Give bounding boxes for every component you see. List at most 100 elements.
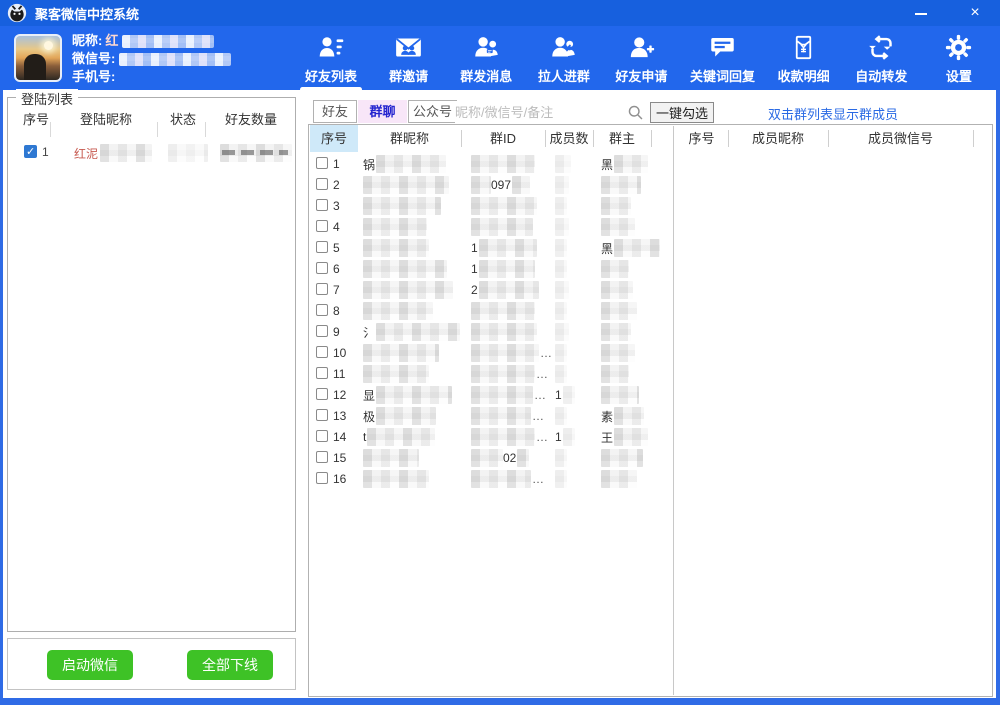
row-checkbox[interactable] <box>316 325 328 337</box>
row-checkbox[interactable] <box>316 304 328 316</box>
close-button[interactable]: × <box>958 0 992 26</box>
red-envelope-icon <box>790 34 817 64</box>
row-index: 7 <box>333 283 340 297</box>
redacted-text <box>555 239 567 257</box>
group-id-cell <box>471 218 549 236</box>
row-checkbox[interactable] <box>316 472 328 484</box>
row-checkbox[interactable] <box>316 283 328 295</box>
group-row[interactable]: 4 <box>309 217 992 238</box>
row-index: 3 <box>333 199 340 213</box>
redacted-text <box>100 144 152 162</box>
group-owner-fragment: 王 <box>601 431 613 445</box>
cycle-arrows-icon <box>868 34 895 64</box>
app-logo-icon <box>7 3 27 23</box>
redacted-text <box>119 53 231 66</box>
tab-groups[interactable]: 群聊 <box>358 100 407 123</box>
member-count-cell: 1 <box>555 428 599 446</box>
group-row[interactable]: 12显…1 <box>309 385 992 406</box>
group-row[interactable]: 2097 <box>309 175 992 196</box>
tab-official[interactable]: 公众号 <box>408 100 457 123</box>
group-row[interactable]: 1锅黑 <box>309 154 992 175</box>
toolbar-item-keyword-reply[interactable]: 关键词回复 <box>690 34 755 86</box>
redacted-text <box>601 470 637 488</box>
redacted-text <box>601 197 631 215</box>
all-offline-button[interactable]: 全部下线 <box>187 650 273 680</box>
row-checkbox[interactable] <box>316 451 328 463</box>
group-row[interactable]: 10… <box>309 343 992 364</box>
redacted-text <box>471 176 491 194</box>
row-checkbox[interactable] <box>316 199 328 211</box>
row-checkbox[interactable] <box>316 346 328 358</box>
tab-friends[interactable]: 好友 <box>313 100 357 123</box>
member-count-cell <box>555 365 599 383</box>
group-name-cell <box>363 302 463 320</box>
row-checkbox[interactable] <box>316 178 328 190</box>
row-checkbox[interactable] <box>316 367 328 379</box>
gear-icon <box>945 34 972 64</box>
redacted-text <box>471 302 535 320</box>
search-input[interactable] <box>455 101 625 123</box>
group-row[interactable]: 1502 <box>309 448 992 469</box>
group-row[interactable]: 61 <box>309 259 992 280</box>
group-row[interactable]: 3 <box>309 196 992 217</box>
toolbar-item-friend-request[interactable]: 好友申请 <box>612 34 670 86</box>
row-checkbox[interactable] <box>316 241 328 253</box>
minimize-button[interactable] <box>904 0 938 26</box>
toolbar-item-mass-message[interactable]: 群发消息 <box>457 34 515 86</box>
redacted-text <box>512 176 530 194</box>
toolbar-item-pull-into-group[interactable]: 拉人进群 <box>535 34 593 86</box>
group-row[interactable]: 13极…素 <box>309 406 992 427</box>
row-checkbox[interactable] <box>316 388 328 400</box>
group-row[interactable]: 51黑 <box>309 238 992 259</box>
login-row[interactable]: 1红泥 <box>8 144 295 166</box>
member-count-cell <box>555 218 599 236</box>
row-checkbox[interactable] <box>316 220 328 232</box>
group-name-cell <box>363 197 463 215</box>
redacted-text <box>479 281 539 299</box>
group-row[interactable]: 8 <box>309 301 992 322</box>
column-header: 序号 <box>675 125 728 152</box>
row-index: 16 <box>333 472 346 486</box>
toolbar-item-auto-forward[interactable]: 自动转发 <box>852 34 910 86</box>
login-list-title: 登陆列表 <box>16 89 78 108</box>
group-row[interactable]: 16… <box>309 469 992 490</box>
redacted-text <box>555 449 567 467</box>
toolbar-item-payment-detail[interactable]: 收款明细 <box>775 34 833 86</box>
search-icon[interactable] <box>627 104 644 121</box>
header-bar: 昵称:红微信号:手机号: 好友列表群邀请群发消息拉人进群好友申请关键词回复收款明… <box>0 26 1000 90</box>
redacted-text <box>555 344 567 362</box>
group-owner-cell <box>601 302 675 320</box>
group-row[interactable]: 14t…1王 <box>309 427 992 448</box>
redacted-text <box>363 344 439 362</box>
group-row[interactable]: 72 <box>309 280 992 301</box>
start-wechat-button[interactable]: 启动微信 <box>47 650 133 680</box>
row-checkbox[interactable] <box>316 430 328 442</box>
login-table-header: 序号登陆昵称状态好友数量 <box>8 108 295 132</box>
show-members-hint-link[interactable]: 双击群列表显示群成员 <box>768 104 898 123</box>
account-info: 昵称:红微信号:手机号: <box>72 32 231 86</box>
column-divider <box>973 130 974 147</box>
redacted-text <box>555 365 567 383</box>
member-count-cell <box>555 155 599 173</box>
group-name-cell <box>363 260 463 278</box>
row-checkbox[interactable] <box>316 262 328 274</box>
group-row[interactable]: 11… <box>309 364 992 385</box>
redacted-text <box>601 281 633 299</box>
toolbar-item-group-invite[interactable]: 群邀请 <box>380 34 438 86</box>
group-name-cell <box>363 281 463 299</box>
account-field-label: 手机号: <box>72 69 115 84</box>
redacted-text <box>555 197 567 215</box>
row-checkbox[interactable] <box>24 145 37 158</box>
group-id-cell: … <box>471 365 549 383</box>
toolbar-item-friend-list[interactable]: 好友列表 <box>302 34 360 86</box>
group-name-cell: 氵 <box>363 323 463 341</box>
group-name-cell <box>363 176 463 194</box>
redacted-text <box>555 155 571 173</box>
redacted-text <box>376 386 452 404</box>
group-owner-cell <box>601 323 675 341</box>
select-all-button[interactable]: 一键勾选 <box>650 102 714 123</box>
group-row[interactable]: 9氵 <box>309 322 992 343</box>
row-checkbox[interactable] <box>316 409 328 421</box>
row-checkbox[interactable] <box>316 157 328 169</box>
toolbar-item-settings[interactable]: 设置 <box>930 34 988 86</box>
